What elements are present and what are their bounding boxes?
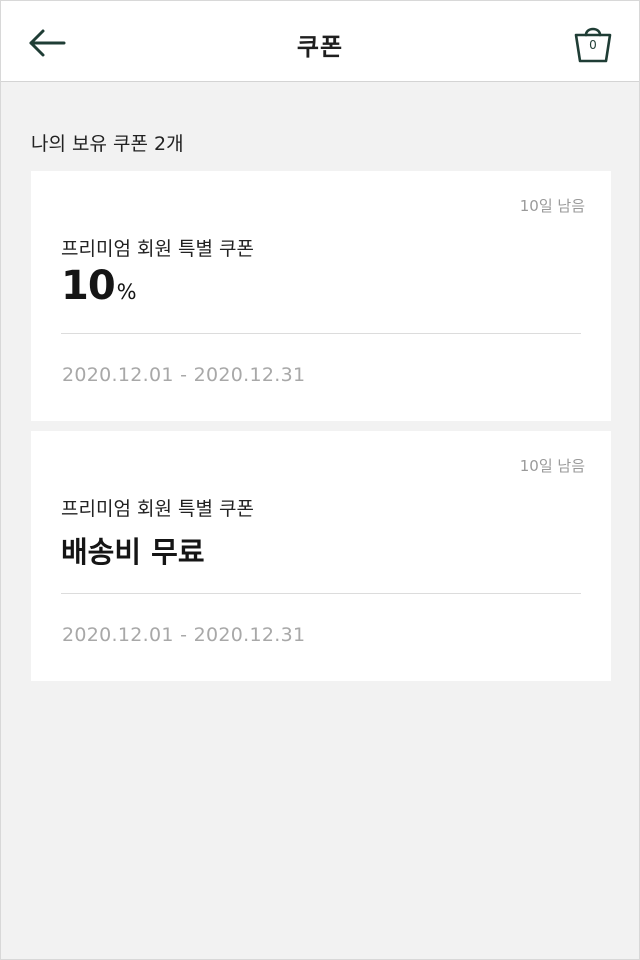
validity-period: 2020.12.01 - 2020.12.31 — [62, 364, 306, 386]
benefit-unit: % — [116, 280, 137, 304]
coupon-benefit: 10% — [61, 263, 137, 309]
app-header: 쿠폰 0 — [1, 1, 639, 82]
coupon-card[interactable]: 10일 남음 프리미엄 회원 특별 쿠폰 10% 2020.12.01 - 20… — [31, 171, 611, 421]
divider — [61, 593, 581, 594]
cart-count-badge: 0 — [589, 38, 597, 52]
cart-button[interactable]: 0 — [573, 21, 613, 65]
coupon-name: 프리미엄 회원 특별 쿠폰 — [61, 238, 254, 260]
benefit-text: 배송비 무료 — [61, 535, 205, 569]
page-title: 쿠폰 — [296, 33, 344, 61]
remaining-days: 10일 남음 — [519, 457, 585, 475]
coupon-name: 프리미엄 회원 특별 쿠폰 — [61, 498, 254, 520]
divider — [61, 333, 581, 334]
coupon-count-label: 나의 보유 쿠폰 2개 — [31, 133, 184, 155]
validity-period: 2020.12.01 - 2020.12.31 — [62, 624, 306, 646]
coupon-card[interactable]: 10일 남음 프리미엄 회원 특별 쿠폰 배송비 무료 2020.12.01 -… — [31, 431, 611, 681]
benefit-value: 10 — [61, 263, 116, 309]
remaining-days: 10일 남음 — [519, 197, 585, 215]
